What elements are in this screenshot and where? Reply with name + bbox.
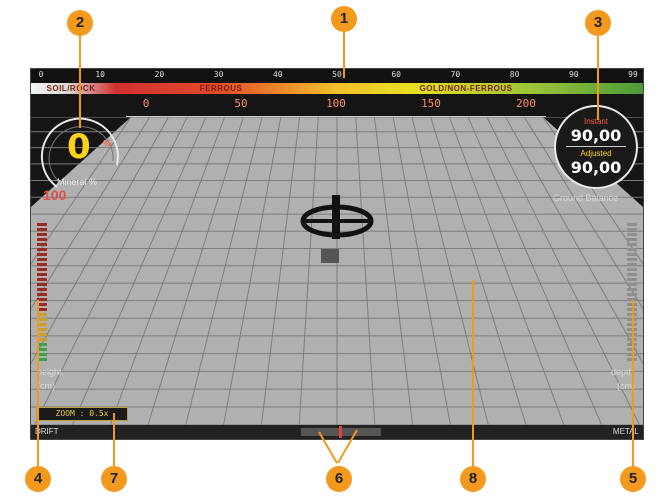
scale-tick: 30 <box>213 70 224 79</box>
mineral-value: 0 <box>67 127 91 167</box>
callout-1-lead <box>343 32 345 78</box>
meter-segment <box>37 253 47 256</box>
meter-segment <box>37 223 47 226</box>
detector-screen: 0 10 20 30 40 50 60 70 80 90 99 SOIL/ROCK FERROUS … <box>30 68 644 440</box>
meter-segment <box>627 228 637 231</box>
scale-tick: 90 <box>568 70 579 79</box>
scale-tick: 0 <box>38 70 44 79</box>
meter-segment <box>37 263 47 266</box>
depth-ruler: 0 50 100 150 200 <box>126 97 546 111</box>
meter-segment <box>37 283 47 286</box>
meter-segment <box>37 293 47 296</box>
band-gold: GOLD/NON-FERROUS <box>419 84 513 93</box>
gb-adjusted-label: Adjusted <box>580 149 612 158</box>
meter-segment <box>627 288 637 291</box>
target-id-scale: 0 10 20 30 40 50 60 70 80 90 99 <box>31 69 643 83</box>
scale-tick: 80 <box>509 70 520 79</box>
depth-label: depth <box>611 367 634 377</box>
meter-segment <box>627 273 637 276</box>
band-ferrous: FERROUS <box>199 84 243 93</box>
meter-segment <box>37 288 47 291</box>
meter-segment <box>37 248 47 251</box>
ruler-tick: 200 <box>516 97 536 110</box>
meter-segment <box>627 278 637 281</box>
scale-tick: 60 <box>391 70 402 79</box>
meter-segment <box>37 273 47 276</box>
meter-segment <box>37 258 47 261</box>
callout-5-lead <box>632 300 634 466</box>
ruler-tick: 0 <box>142 97 150 110</box>
meter-segment <box>627 238 637 241</box>
drift-marker <box>339 426 342 438</box>
metal-label: METAL <box>612 427 639 436</box>
mineral-max: 100 <box>43 187 67 203</box>
meter-segment <box>37 228 47 231</box>
mineral-unit: % <box>103 139 112 150</box>
meter-segment <box>627 248 637 251</box>
callout-6: 6 <box>326 466 352 492</box>
meter-segment <box>37 243 47 246</box>
callout-2: 2 <box>67 10 93 36</box>
ruler-tick: 50 <box>234 97 248 110</box>
target-id-gradient <box>31 83 643 94</box>
meter-segment <box>37 238 47 241</box>
callout-2-lead <box>79 36 81 128</box>
meter-segment <box>627 243 637 246</box>
meter-segment <box>627 258 637 261</box>
meter-segment <box>627 293 637 296</box>
scale-tick: 99 <box>628 70 638 79</box>
scale-tick: 50 <box>332 70 342 79</box>
meter-segment <box>37 233 47 236</box>
callout-8: 8 <box>460 466 486 492</box>
meter-segment <box>627 283 637 286</box>
gb-instant-label: Instant <box>583 117 608 126</box>
callout-8-lead <box>472 280 474 466</box>
gb-divider <box>566 146 626 147</box>
meter-segment <box>37 268 47 271</box>
scale-tick: 20 <box>154 70 165 79</box>
ruler-tick: 150 <box>421 97 441 110</box>
callout-7: 7 <box>101 466 127 492</box>
callout-4-lead <box>37 300 39 466</box>
mineral-label: Mineral % <box>57 177 98 187</box>
ruler-tick: 100 <box>326 97 346 110</box>
gb-adjusted-value: 90,00 <box>570 158 622 177</box>
meter-segment <box>627 253 637 256</box>
meter-segment <box>37 278 47 281</box>
height-unit: (cm) <box>37 381 55 391</box>
meter-segment <box>627 223 637 226</box>
callout-1: 1 <box>331 6 357 32</box>
meter-segment <box>627 263 637 266</box>
band-soil-rock: SOIL/ROCK <box>46 84 96 93</box>
callout-5: 5 <box>620 466 646 492</box>
scale-tick: 10 <box>95 70 106 79</box>
meter-segment <box>627 268 637 271</box>
callout-4: 4 <box>25 466 51 492</box>
callout-7-lead <box>113 413 115 466</box>
scale-tick: 70 <box>450 70 461 79</box>
scale-tick: 40 <box>272 70 283 79</box>
height-label: height <box>37 367 62 377</box>
ground-balance-gauge: Instant 90,00 Adjusted 90,00 <box>554 105 638 189</box>
drift-metal-bar: DRIFT METAL <box>31 425 643 439</box>
callout-3: 3 <box>585 10 611 36</box>
ground-balance-label: Ground Balance <box>553 193 619 203</box>
gb-instant-value: 90,00 <box>570 126 622 145</box>
callout-3-lead <box>597 36 599 120</box>
meter-segment <box>627 233 637 236</box>
